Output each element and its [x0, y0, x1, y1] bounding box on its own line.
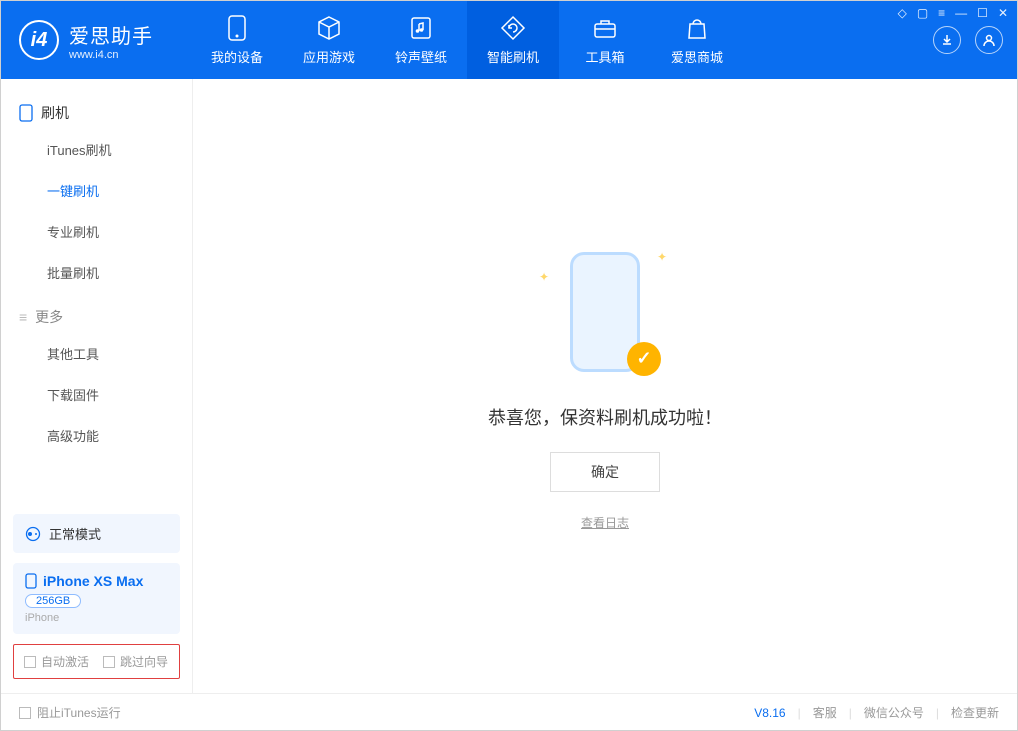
phone-small-icon — [19, 104, 33, 122]
tab-tools[interactable]: 工具箱 — [559, 1, 651, 79]
minimize-icon[interactable]: — — [955, 6, 967, 20]
sidebar: 刷机 iTunes刷机 一键刷机 专业刷机 批量刷机 ≡ 更多 其他工具 下载固… — [1, 79, 193, 693]
main-tabs: 我的设备 应用游戏 铃声壁纸 智能刷机 工具箱 爱思商城 — [191, 1, 743, 79]
mode-box[interactable]: 正常模式 — [13, 514, 180, 553]
checkbox-icon — [19, 707, 31, 719]
device-box[interactable]: iPhone XS Max 256GB iPhone — [13, 563, 180, 634]
sparkle-icon: ✦ — [539, 270, 549, 284]
checkbox-icon — [103, 656, 115, 668]
footer: 阻止iTunes运行 V8.16 | 客服 | 微信公众号 | 检查更新 — [1, 693, 1017, 731]
tab-apps[interactable]: 应用游戏 — [283, 1, 375, 79]
version-label: V8.16 — [754, 706, 785, 720]
success-message: 恭喜您，保资料刷机成功啦！ — [488, 404, 722, 430]
sidebar-item-itunes-flash[interactable]: iTunes刷机 — [19, 129, 174, 170]
bag-icon — [684, 15, 710, 41]
checkbox-block-itunes[interactable]: 阻止iTunes运行 — [19, 704, 121, 721]
success-illustration: ✦ ✦ ✓ — [545, 242, 665, 382]
user-button[interactable] — [975, 26, 1003, 54]
header-actions — [933, 26, 1017, 54]
mode-icon — [25, 526, 41, 542]
sidebar-item-batch-flash[interactable]: 批量刷机 — [19, 252, 174, 293]
check-badge-icon: ✓ — [627, 342, 661, 376]
ok-button[interactable]: 确定 — [550, 452, 660, 492]
close-icon[interactable]: ✕ — [998, 6, 1008, 20]
toolbox-icon — [592, 15, 618, 41]
sidebar-section-flash: 刷机 — [19, 103, 174, 123]
sidebar-item-other-tools[interactable]: 其他工具 — [19, 333, 174, 374]
tab-ring[interactable]: 铃声壁纸 — [375, 1, 467, 79]
maximize-icon[interactable]: ☐ — [977, 6, 988, 20]
logo-icon: i4 — [19, 20, 59, 60]
device-type: iPhone — [25, 612, 168, 624]
device-icon — [25, 573, 37, 589]
sidebar-item-download-firmware[interactable]: 下载固件 — [19, 374, 174, 415]
refresh-icon — [500, 15, 526, 41]
sidebar-item-advanced[interactable]: 高级功能 — [19, 415, 174, 456]
tab-flash[interactable]: 智能刷机 — [467, 1, 559, 79]
music-icon — [408, 15, 434, 41]
sparkle-icon: ✦ — [657, 250, 667, 264]
mode-label: 正常模式 — [49, 524, 101, 543]
tab-device[interactable]: 我的设备 — [191, 1, 283, 79]
app-subtitle: www.i4.cn — [69, 49, 153, 61]
cube-icon — [316, 15, 342, 41]
check-update-link[interactable]: 检查更新 — [951, 704, 999, 721]
device-capacity: 256GB — [25, 594, 81, 608]
menu-icon[interactable]: ≡ — [938, 6, 945, 20]
sidebar-section-more: ≡ 更多 — [19, 307, 174, 327]
header: i4 爱思助手 www.i4.cn 我的设备 应用游戏 铃声壁纸 智能刷机 工具… — [1, 1, 1017, 79]
logo[interactable]: i4 爱思助手 www.i4.cn — [1, 20, 191, 61]
sidebar-item-pro-flash[interactable]: 专业刷机 — [19, 211, 174, 252]
checkbox-skip-guide[interactable]: 跳过向导 — [103, 653, 168, 670]
skin-icon[interactable]: ◇ — [898, 6, 907, 20]
flash-options-highlight: 自动激活 跳过向导 — [13, 644, 180, 679]
main-content: ✦ ✦ ✓ 恭喜您，保资料刷机成功啦！ 确定 查看日志 — [193, 79, 1017, 693]
support-link[interactable]: 客服 — [813, 704, 837, 721]
view-log-link[interactable]: 查看日志 — [581, 514, 629, 531]
tab-store[interactable]: 爱思商城 — [651, 1, 743, 79]
app-title: 爱思助手 — [69, 20, 153, 49]
feedback-icon[interactable]: ▢ — [917, 6, 928, 20]
list-icon: ≡ — [19, 309, 27, 325]
phone-icon — [224, 15, 250, 41]
checkbox-icon — [24, 656, 36, 668]
sidebar-item-oneclick-flash[interactable]: 一键刷机 — [19, 170, 174, 211]
checkbox-auto-activate[interactable]: 自动激活 — [24, 653, 89, 670]
download-button[interactable] — [933, 26, 961, 54]
titlebar-controls: ◇ ▢ ≡ — ☐ ✕ — [898, 6, 1008, 20]
wechat-link[interactable]: 微信公众号 — [864, 704, 924, 721]
